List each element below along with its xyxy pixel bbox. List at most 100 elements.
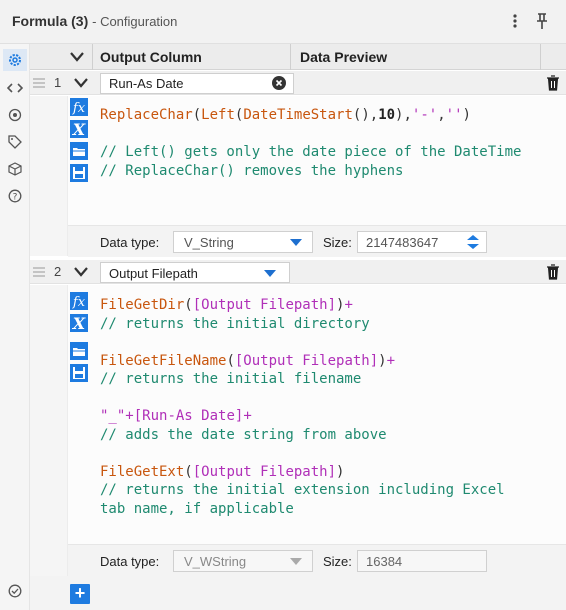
gear-icon[interactable] bbox=[3, 49, 27, 71]
code-field: [Output Filepath] bbox=[234, 352, 379, 369]
code-operator: + bbox=[243, 408, 252, 424]
code-punct: ) bbox=[336, 463, 345, 480]
formula-code-1: ReplaceChar(Left(DateTimeStart(),10),'-'… bbox=[100, 106, 562, 180]
drag-handle-icon[interactable] bbox=[32, 265, 46, 279]
expression-gutter bbox=[30, 285, 68, 576]
code-punct: ( bbox=[192, 107, 202, 123]
data-type-label: Data type: bbox=[100, 235, 160, 250]
trash-icon[interactable] bbox=[544, 263, 562, 281]
variable-x-icon[interactable]: X bbox=[70, 314, 88, 333]
data-type-select[interactable]: V_WString bbox=[173, 550, 313, 572]
code-string: '' bbox=[445, 107, 463, 123]
data-preview-header: Data Preview bbox=[300, 49, 388, 65]
check-circle-icon[interactable] bbox=[6, 582, 24, 600]
code-punct: (), bbox=[352, 107, 379, 123]
expression-gutter bbox=[30, 96, 68, 256]
footer-bar bbox=[30, 576, 566, 610]
window-title-main: Formula (3) bbox=[12, 13, 89, 29]
code-punct: ( bbox=[184, 297, 193, 313]
code-number: 10 bbox=[378, 107, 396, 123]
save-disk-icon[interactable] bbox=[70, 364, 88, 382]
code-field: [Output Filepath] bbox=[192, 297, 337, 313]
size-label: Size: bbox=[323, 554, 352, 569]
code-comment: // returns the initial filename bbox=[100, 371, 362, 387]
code-string: '-' bbox=[411, 107, 438, 123]
size-input[interactable] bbox=[357, 550, 487, 572]
code-function: ReplaceChar bbox=[100, 107, 193, 123]
code-operator: + bbox=[344, 297, 353, 313]
svg-text:X: X bbox=[72, 314, 86, 332]
output-column-header: Output Column bbox=[100, 49, 202, 65]
output-column-select[interactable]: Output Filepath bbox=[100, 262, 290, 283]
help-circle-icon[interactable]: ? bbox=[6, 187, 24, 205]
code-comment: // returns the initial extension includi… bbox=[100, 482, 505, 498]
code-operator: + bbox=[125, 408, 134, 424]
clear-input-icon[interactable] bbox=[272, 76, 286, 90]
data-type-select[interactable]: V_String bbox=[173, 231, 313, 253]
spinner-arrows-icon[interactable] bbox=[463, 233, 483, 251]
code-comment: // ReplaceChar() removes the hyphens bbox=[100, 162, 404, 179]
pin-icon[interactable] bbox=[533, 11, 551, 31]
title-bar: Formula (3) - Configuration bbox=[0, 0, 566, 44]
trash-icon[interactable] bbox=[544, 74, 562, 92]
code-punct: , bbox=[437, 107, 446, 123]
dropdown-caret-icon bbox=[290, 558, 302, 565]
window-title: Formula (3) - Configuration bbox=[12, 13, 177, 29]
add-expression-button[interactable]: + bbox=[70, 584, 90, 604]
code-field: [Output Filepath] bbox=[192, 463, 337, 480]
data-type-label: Data type: bbox=[100, 554, 160, 569]
code-punct: ), bbox=[395, 107, 412, 123]
cube-icon[interactable] bbox=[6, 160, 24, 178]
row-number: 2 bbox=[54, 264, 62, 279]
code-operator: + bbox=[386, 352, 396, 369]
row-number: 1 bbox=[54, 75, 62, 90]
chevron-down-icon[interactable] bbox=[72, 264, 90, 280]
formula-panel: Output Column Data Preview 1 fx X Replac bbox=[30, 44, 566, 610]
data-type-row-1: Data type: V_String Size: bbox=[68, 225, 566, 257]
expression-row-1: 1 bbox=[30, 71, 566, 95]
code-function: FileGetExt bbox=[100, 463, 185, 480]
target-icon[interactable] bbox=[6, 106, 24, 124]
code-punct: ( bbox=[226, 352, 235, 369]
header-divider bbox=[290, 44, 291, 70]
code-punct: ) bbox=[462, 107, 471, 123]
code-comment: // adds the date string from above bbox=[100, 426, 387, 443]
kebab-menu-icon[interactable] bbox=[509, 11, 521, 31]
data-type-row-2: Data type: V_WString Size: bbox=[68, 544, 566, 576]
code-comment: tab name, if applicable bbox=[100, 500, 294, 517]
header-divider bbox=[540, 44, 541, 70]
svg-text:X: X bbox=[72, 120, 86, 138]
svg-text:?: ? bbox=[13, 193, 18, 203]
left-toolbar: ? bbox=[0, 44, 30, 610]
save-disk-icon[interactable] bbox=[70, 164, 88, 182]
collapse-all-chevron-icon[interactable] bbox=[68, 49, 86, 65]
code-comment: // Left() gets only the date piece of th… bbox=[100, 144, 522, 160]
code-function: FileGetDir bbox=[100, 297, 185, 313]
size-label: Size: bbox=[323, 235, 352, 250]
output-column-value: Output Filepath bbox=[109, 266, 198, 281]
code-field: [Run-As Date] bbox=[133, 408, 244, 424]
svg-text:fx: fx bbox=[72, 295, 86, 310]
fx-function-icon[interactable]: fx bbox=[70, 98, 88, 116]
fx-function-icon[interactable]: fx bbox=[70, 292, 88, 310]
code-comment: // returns the initial directory bbox=[100, 315, 370, 332]
expression-row-2: 2 Output Filepath bbox=[30, 260, 566, 284]
code-punct: ( bbox=[184, 463, 193, 480]
open-folder-icon[interactable] bbox=[70, 142, 88, 160]
output-column-name-input[interactable] bbox=[100, 73, 294, 94]
drag-handle-icon[interactable] bbox=[32, 76, 46, 90]
code-function: Left bbox=[201, 107, 235, 123]
dropdown-caret-icon bbox=[290, 239, 302, 246]
chevron-down-icon[interactable] bbox=[72, 75, 90, 91]
code-string: "_" bbox=[100, 408, 126, 424]
variable-x-icon[interactable]: X bbox=[70, 120, 88, 139]
data-type-value: V_WString bbox=[184, 554, 247, 569]
code-function: DateTimeStart bbox=[243, 107, 353, 123]
open-folder-icon[interactable] bbox=[70, 342, 88, 360]
grid-header: Output Column Data Preview bbox=[30, 44, 566, 70]
code-brackets-icon[interactable] bbox=[6, 79, 24, 97]
header-divider bbox=[92, 44, 93, 70]
tag-icon[interactable] bbox=[6, 133, 24, 151]
data-type-value: V_String bbox=[184, 235, 234, 250]
formula-code-2: FileGetDir([Output Filepath])+ // return… bbox=[100, 296, 562, 518]
